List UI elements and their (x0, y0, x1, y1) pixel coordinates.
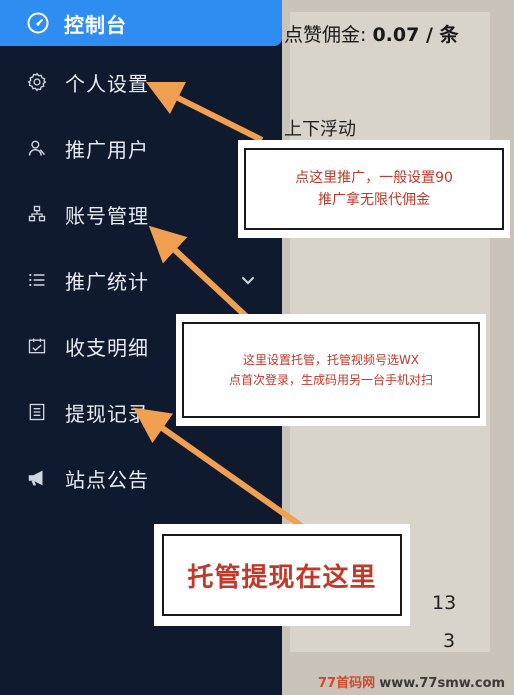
sitemap-icon (26, 203, 48, 225)
commission-text: 点赞佣金: 0.07 / 条 (284, 20, 459, 47)
gear-icon (26, 71, 48, 93)
calendar-icon (26, 335, 48, 357)
sidebar-item-label: 控制台 (64, 12, 127, 37)
callout-withdraw: 托管提现在这里 (154, 524, 410, 626)
sidebar-item-label: 收支明细 (65, 335, 149, 360)
callout-2-line1: 这里设置托管，托管视频号选WX (242, 353, 420, 367)
megaphone-icon (26, 467, 48, 489)
stat-number-1: 13 (432, 592, 457, 614)
sidebar-item-label: 提现记录 (65, 401, 149, 426)
watermark-site-name: 77首码网 (318, 676, 376, 691)
chevron-down-icon[interactable] (238, 270, 258, 290)
commission-value: 0.07 / 条 (372, 24, 459, 46)
callout-promotion: 点这里推广，一般设置90 推广拿无限代佣金 (238, 140, 510, 238)
sidebar-item-dashboard[interactable]: 控制台 (0, 0, 282, 46)
stat-number-2: 3 (443, 630, 456, 652)
callout-1-line2: 推广拿无限代佣金 (317, 192, 430, 208)
document-list-icon (26, 401, 48, 423)
watermark-url: www.77smw.com (379, 676, 506, 691)
callout-3-text: 托管提现在这里 (162, 534, 402, 616)
dashboard-gauge-icon (27, 12, 49, 34)
sidebar-item-personal-settings[interactable]: 个人设置 (0, 62, 282, 102)
sidebar-item-label: 推广用户 (65, 137, 149, 162)
sidebar-item-site-announcements[interactable]: 站点公告 (0, 458, 282, 498)
sidebar-item-label: 推广统计 (65, 269, 149, 294)
callout-2-line2: 点首次登录，生成码用另一台手机对扫 (228, 373, 433, 387)
users-icon (26, 137, 48, 159)
commission-label: 点赞佣金: (284, 24, 367, 46)
list-icon (26, 269, 48, 291)
callout-1-line1: 点这里推广，一般设置90 (295, 170, 453, 186)
float-text: 上下浮动 (284, 119, 356, 140)
sidebar-item-label: 个人设置 (65, 71, 149, 96)
sidebar-item-promotion-stats[interactable]: 推广统计 (0, 260, 282, 300)
watermark: 77首码网 www.77smw.com (318, 672, 505, 691)
sidebar-item-label: 站点公告 (65, 467, 149, 492)
sidebar-item-label: 账号管理 (65, 203, 149, 228)
callout-hosting: 这里设置托管，托管视频号选WX 点首次登录，生成码用另一台手机对扫 (176, 314, 486, 426)
